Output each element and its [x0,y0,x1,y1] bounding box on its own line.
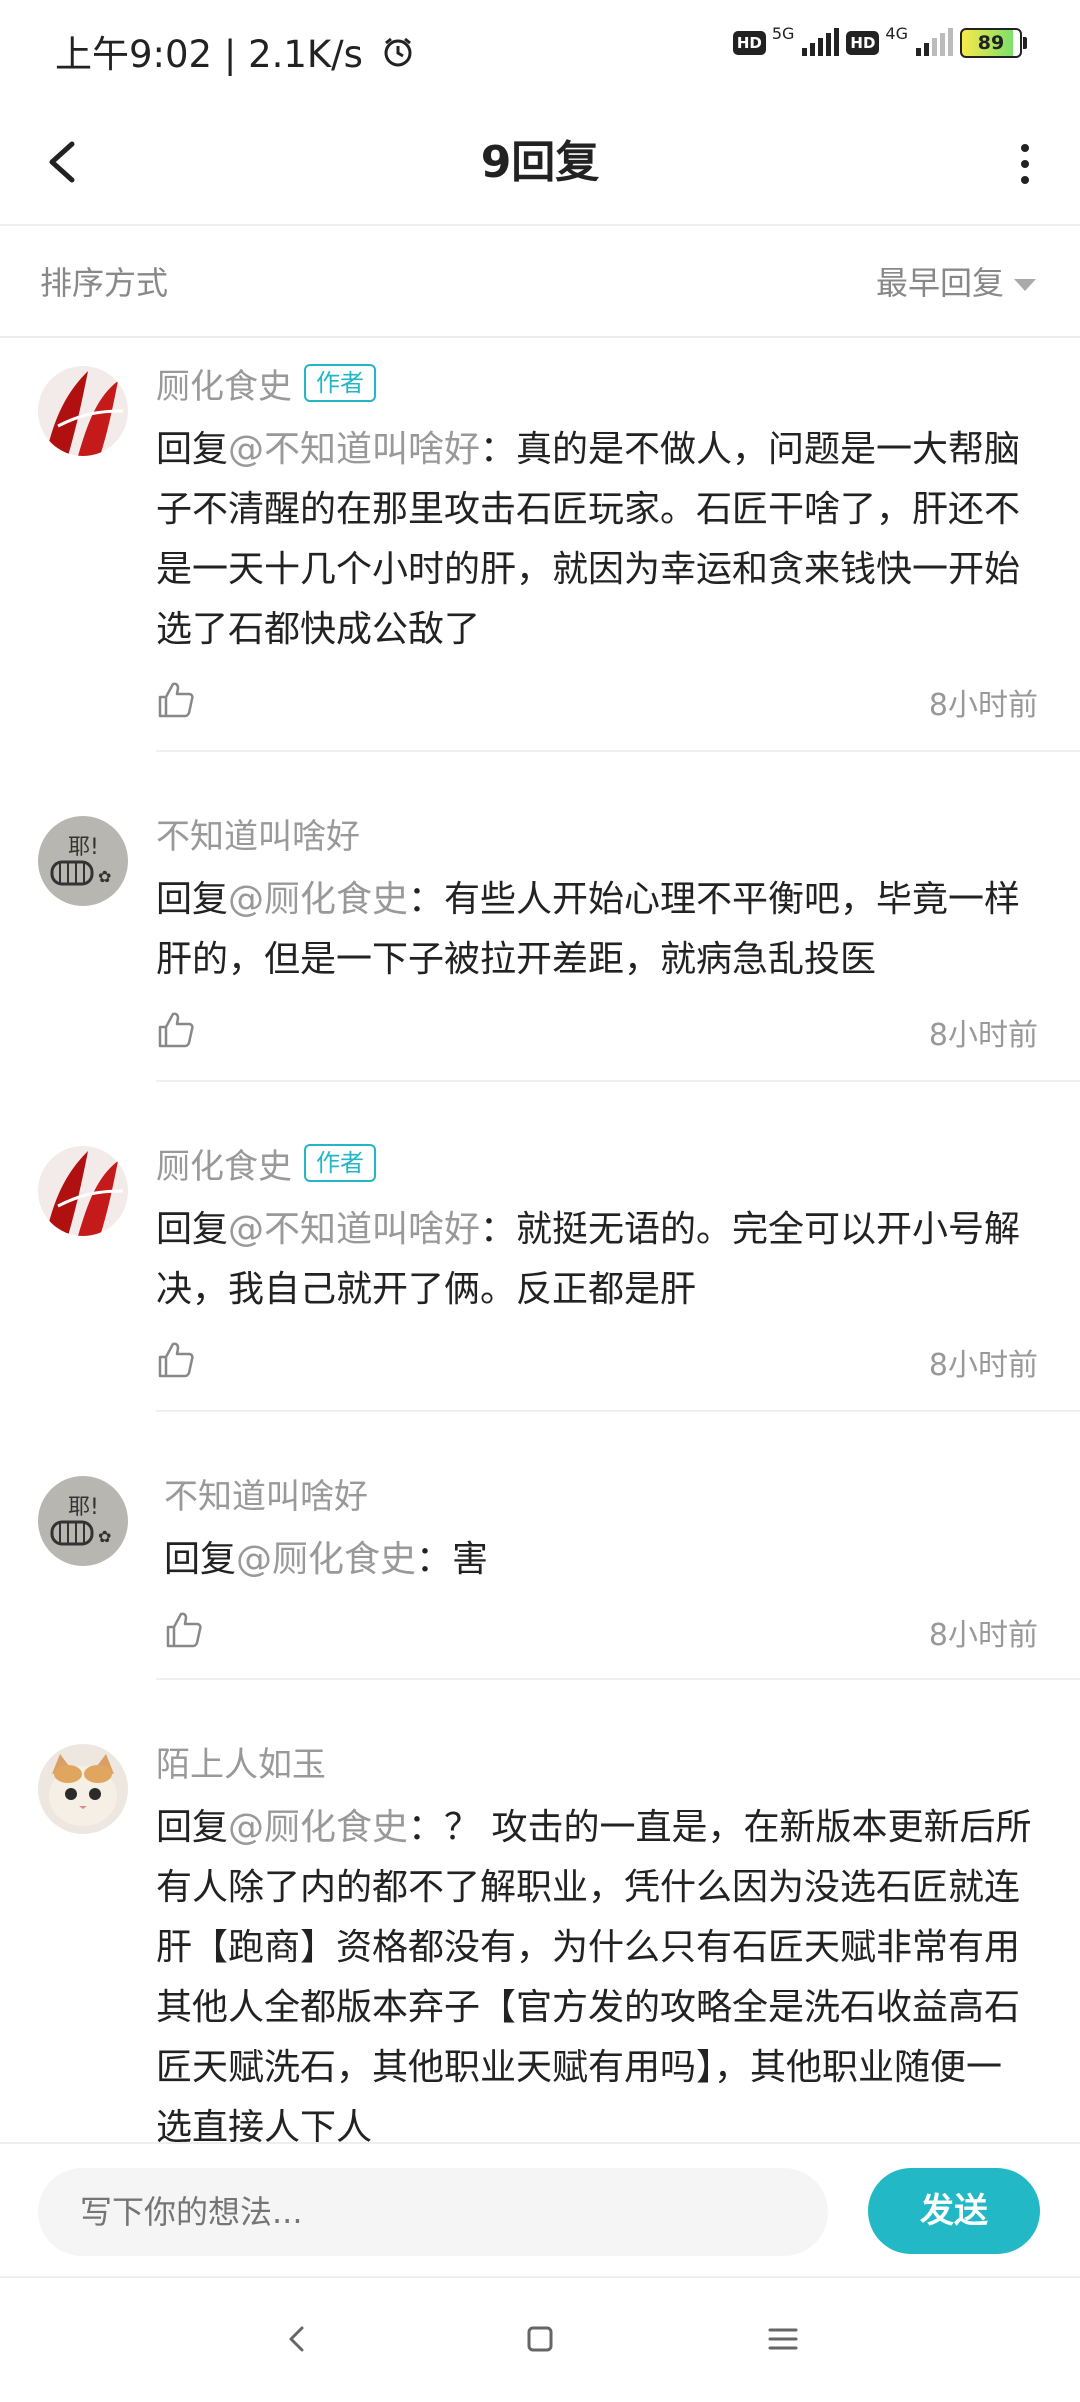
svg-text:耶!: 耶! [68,1495,99,1520]
comment-author[interactable]: 不知道叫啥好 [164,1469,368,1518]
hd-badge-2: HD [846,31,880,55]
comment-time: 8小时前 [928,688,1038,723]
nav-back-button[interactable] [272,2314,322,2364]
comment-body[interactable]: 回复@厕化食史：有些人开始心理不平衡吧，毕竟一样肝的，但是一下子被拉开差距，就病… [156,870,1036,990]
avatar[interactable] [38,366,128,456]
comment-header: 不知道叫啥好 [156,808,360,858]
comment-author[interactable]: 不知道叫啥好 [156,809,360,858]
thumbs-up-icon [158,1012,194,1048]
sort-bar: 排序方式 最早回复 [0,226,1080,338]
like-button[interactable] [156,680,196,720]
thumbs-up-icon [158,682,194,718]
svg-text:耶!: 耶! [68,835,99,860]
reply-prefix: 回复 [164,1539,237,1580]
comment-time: 8小时前 [928,1018,1038,1053]
mention[interactable]: @厕化食史 [228,1807,408,1848]
reply-prefix: 回复 [156,879,229,920]
battery-level: 89 [977,32,1005,54]
comment-body[interactable]: 回复@不知道叫啥好：真的是不做人，问题是一大帮脑子不清醒的在那里攻击石匠玩家。石… [156,420,1036,660]
comment-header: 陌上人如玉 [156,1736,326,1786]
status-bar: 上午9:02 | 2.1K/s HD 5G HD 4G 89 [0,0,1080,96]
battery-icon: 89 [960,28,1027,58]
send-button[interactable]: 发送 [868,2168,1040,2254]
mention[interactable]: @厕化食史 [236,1539,416,1580]
comment-time: 8小时前 [928,1348,1038,1383]
avatar[interactable]: 耶! ✿ [38,816,128,906]
author-badge: 作者 [304,1144,376,1182]
signal-icon [802,28,840,56]
like-button[interactable] [164,1610,204,1650]
nav-home-icon [527,2326,553,2352]
sort-dropdown[interactable]: 最早回复 [876,258,1036,304]
more-button[interactable] [1010,126,1040,196]
nav-back-icon [289,2326,304,2352]
reply-prefix: 回复 [156,1209,229,1250]
header: 9回复 [0,96,1080,226]
comment-input-bar: 发送 [0,2142,1080,2274]
signal-icon-2 [916,28,953,56]
comment-body[interactable]: 回复@厕化食史：？ 攻击的一直是，在新版本更新后所有人除了内的都不了解职业，凭什… [156,1798,1036,2158]
network-type-2: 4G [885,23,908,43]
reply-prefix: 回复 [156,1807,229,1848]
sort-value: 最早回复 [875,264,1004,302]
comment-author[interactable]: 陌上人如玉 [156,1737,326,1786]
avatar[interactable] [38,1744,128,1834]
mention[interactable]: @不知道叫啥好 [228,1209,480,1250]
comment-time: 8小时前 [928,1618,1038,1653]
author-badge: 作者 [304,364,376,402]
divider [156,1080,1080,1082]
system-nav-bar [0,2276,1080,2402]
thumbs-up-icon [166,1612,202,1648]
comment-text: ：害 [416,1539,489,1580]
like-button[interactable] [156,1010,196,1050]
thumbs-up-icon [158,1342,194,1378]
reply-prefix: 回复 [156,429,229,470]
sort-label: 排序方式 [40,264,169,302]
svg-text:✿: ✿ [98,1527,111,1546]
status-time-text: 上午9:02 | 2.1K/s [55,33,363,76]
comment-header: 厕化食史 作者 [156,358,376,408]
hd-badge: HD [732,31,766,55]
status-time: 上午9:02 | 2.1K/s [55,24,415,78]
mention[interactable]: @厕化食史 [228,879,408,920]
nav-menu-button[interactable] [758,2314,808,2364]
comment-author[interactable]: 厕化食史 [156,1139,292,1188]
more-vertical-icon [1021,144,1029,184]
like-button[interactable] [156,1340,196,1380]
comment-text: ：？ 攻击的一直是，在新版本更新后所有人除了内的都不了解职业，凭什么因为没选石匠… [156,1807,1032,2148]
comment-header: 厕化食史 作者 [156,1138,376,1188]
comment-input[interactable] [38,2168,828,2256]
caret-down-icon [1014,279,1036,291]
divider [156,1410,1080,1412]
nav-menu-icon [768,2328,798,2350]
nav-home-button[interactable] [515,2314,565,2364]
comment-header: 不知道叫啥好 [164,1468,368,1518]
svg-text:✿: ✿ [98,867,111,886]
avatar[interactable]: 耶! ✿ [38,1476,128,1566]
alarm-icon [381,35,415,78]
network-type: 5G [771,23,795,43]
divider [156,1678,1080,1680]
comment-body[interactable]: 回复@厕化食史：害 [164,1530,1044,1590]
comment-author[interactable]: 厕化食史 [156,359,292,408]
comment-body[interactable]: 回复@不知道叫啥好：就挺无语的。完全可以开小号解决，我自己就开了俩。反正都是肝 [156,1200,1036,1320]
status-indicators: HD 5G HD 4G 89 [732,24,1027,58]
divider [156,750,1080,752]
mention[interactable]: @不知道叫啥好 [228,429,480,470]
avatar[interactable] [38,1146,128,1236]
page-title: 9回复 [480,137,600,188]
